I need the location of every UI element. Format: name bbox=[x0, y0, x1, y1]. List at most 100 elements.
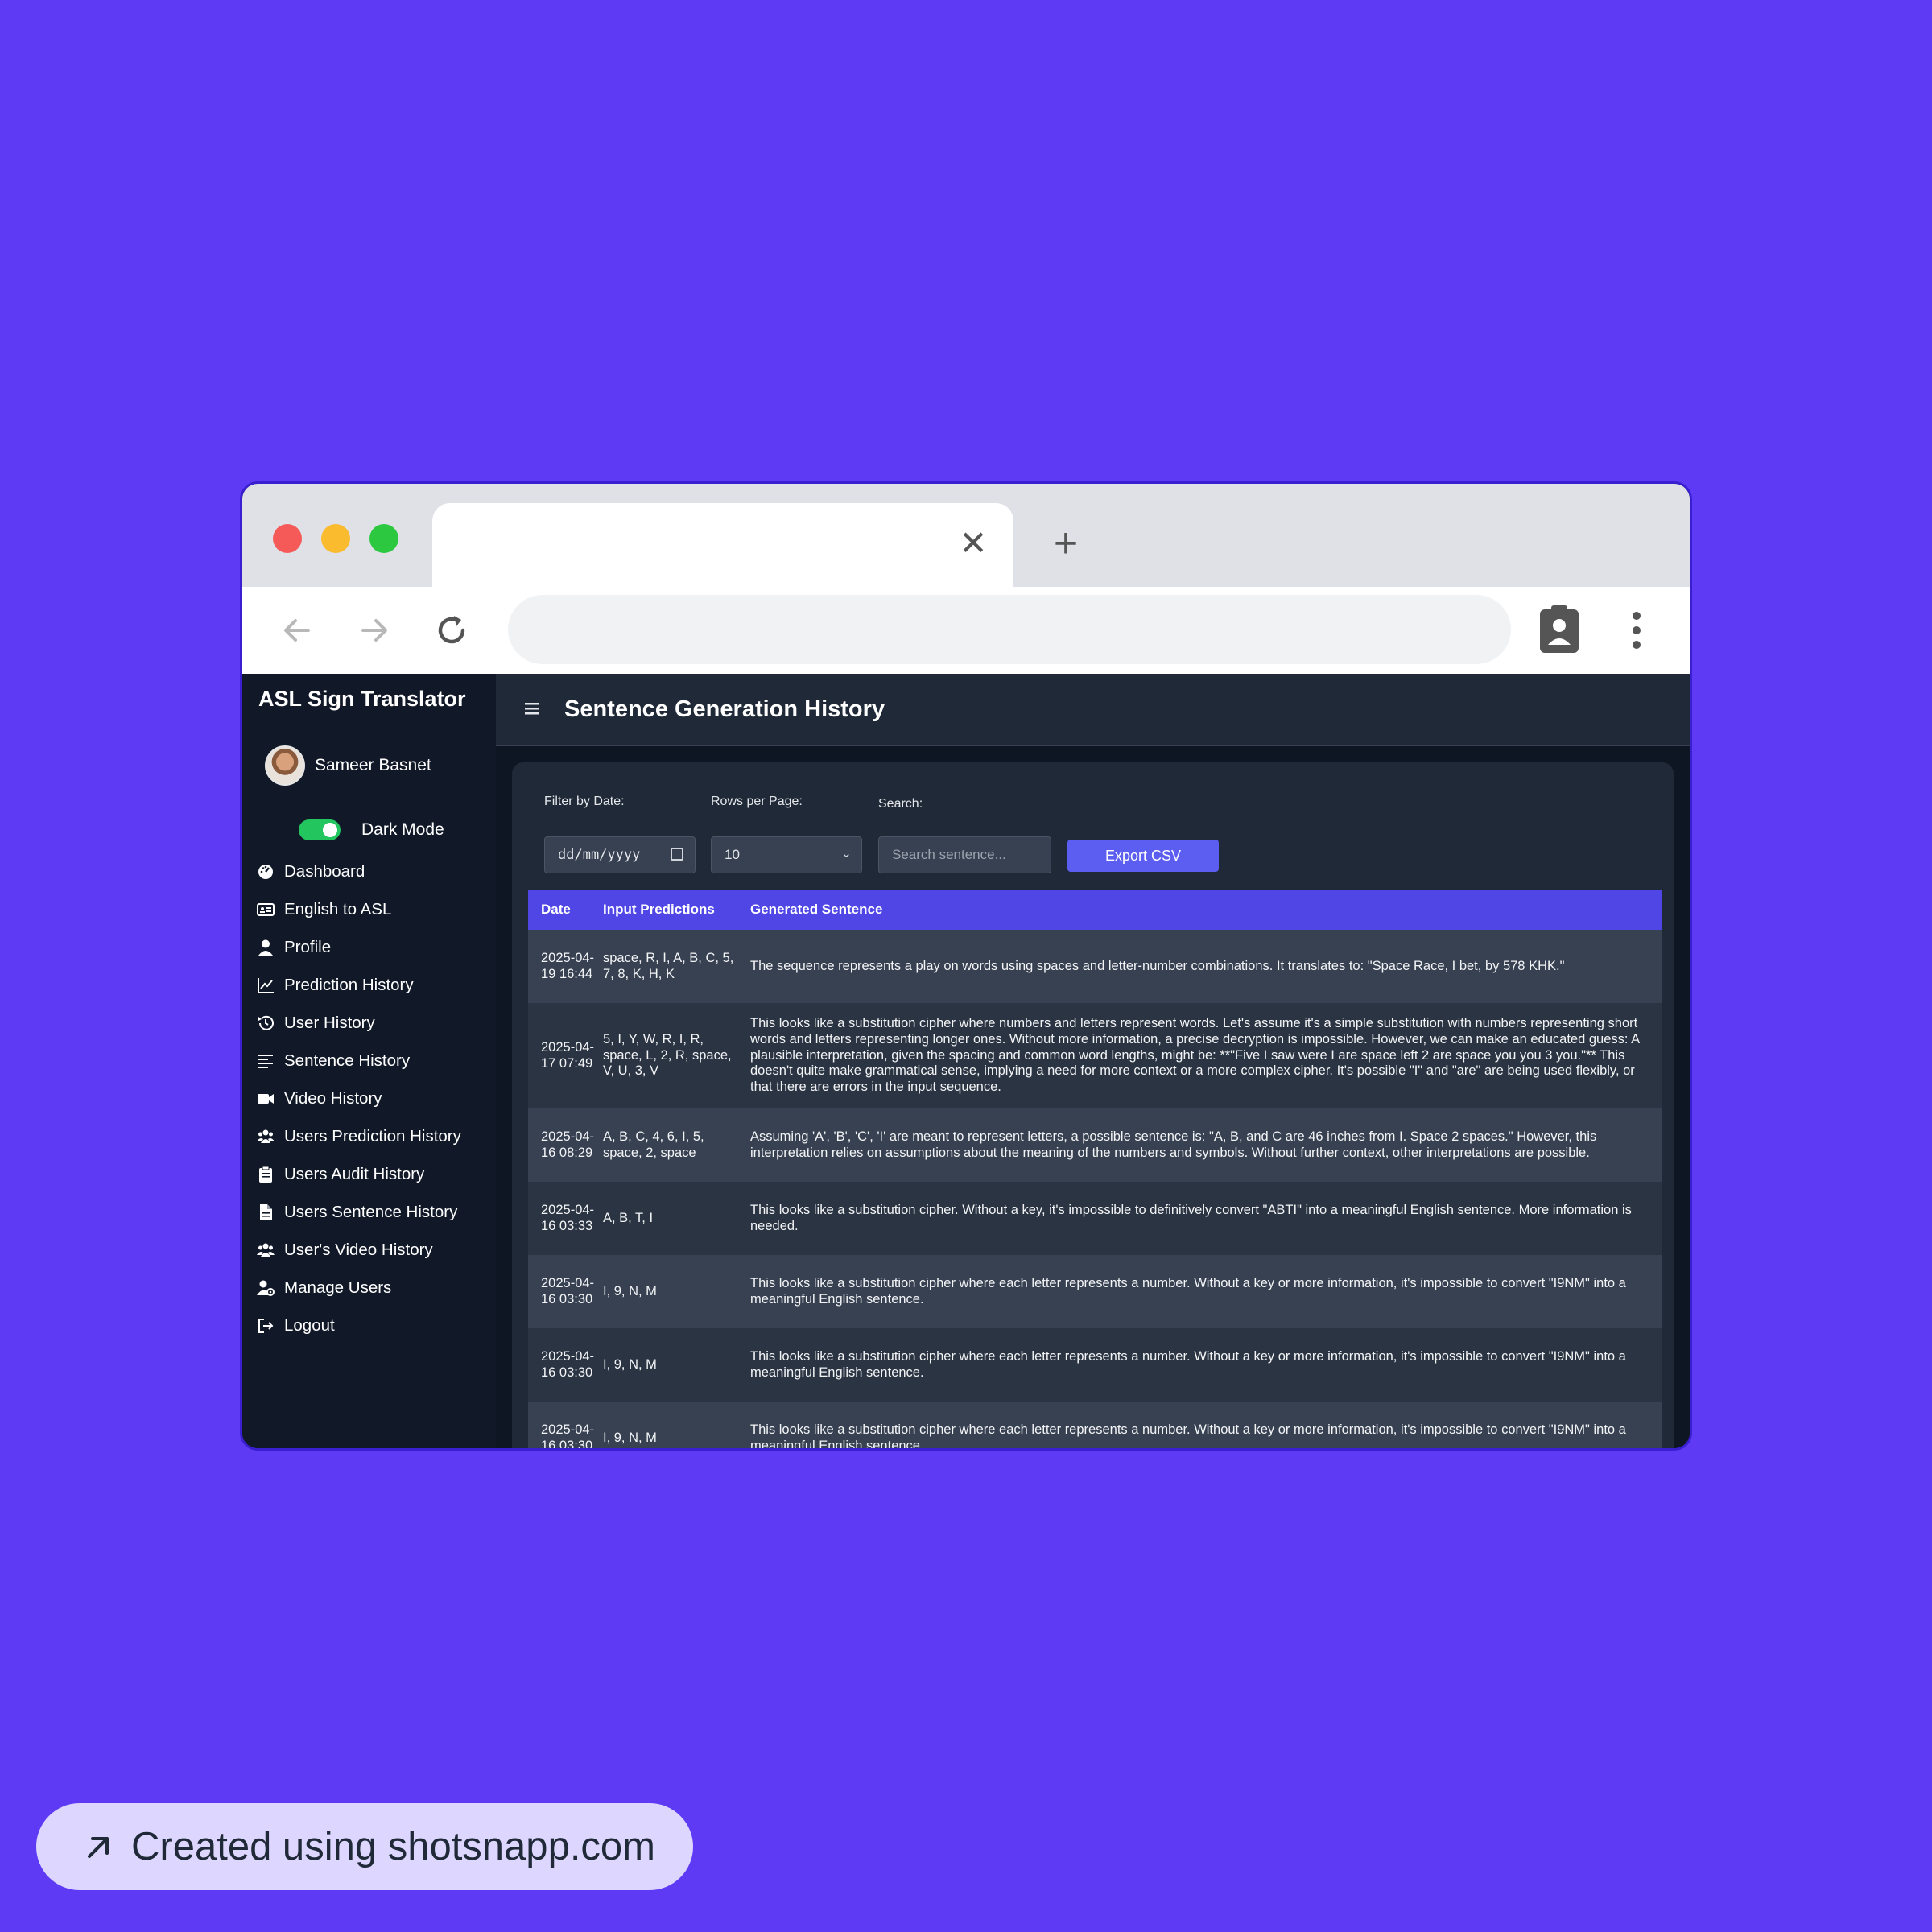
app-brand[interactable]: ASL Sign Translator bbox=[258, 687, 466, 712]
sidebar-item-prediction-history[interactable]: Prediction History bbox=[255, 966, 489, 1004]
rows-per-page-value: 10 bbox=[724, 847, 740, 862]
file-icon bbox=[255, 1202, 276, 1223]
table-cell-date: 2025-04-16 03:30 bbox=[541, 1422, 595, 1451]
search-label: Search: bbox=[878, 797, 923, 811]
rows-per-page-label: Rows per Page: bbox=[711, 795, 803, 808]
table-cell-date: 2025-04-16 08:29 bbox=[541, 1129, 595, 1160]
sidebar-item-users-video-history[interactable]: User's Video History bbox=[255, 1231, 489, 1269]
top-bar: Sentence Generation History bbox=[496, 674, 1690, 746]
table-cell-sentence: This looks like a substitution cipher. W… bbox=[750, 1202, 1632, 1233]
table-cell-predictions: space, R, I, A, B, C, 5, 7, 8, K, H, K bbox=[603, 950, 734, 981]
sidebar-item-label: Users Prediction History bbox=[284, 1126, 461, 1146]
chevron-down-icon: ⌄ bbox=[840, 847, 852, 861]
reload-icon[interactable] bbox=[427, 606, 476, 654]
sidebar-item-label: User History bbox=[284, 1013, 375, 1032]
close-icon[interactable]: ✕ bbox=[957, 526, 989, 560]
badge-text: Created using shotsnapp.com bbox=[131, 1825, 655, 1868]
app-container: ASL Sign Translator Sameer Basnet Dark M… bbox=[242, 674, 1690, 1451]
table-header: Date Input Predictions Generated Sentenc… bbox=[528, 890, 1662, 930]
arrow-up-right-icon bbox=[83, 1831, 115, 1863]
minimize-window-button[interactable] bbox=[321, 524, 350, 553]
sidebar-item-users-sentence-history[interactable]: Users Sentence History bbox=[255, 1193, 489, 1231]
dark-mode-row: Dark Mode bbox=[299, 814, 444, 846]
sidebar-item-video-history[interactable]: Video History bbox=[255, 1080, 489, 1117]
sidebar-item-dashboard[interactable]: Dashboard bbox=[255, 852, 489, 890]
dark-mode-label: Dark Mode bbox=[361, 820, 444, 839]
main-content: Sentence Generation History Filter by Da… bbox=[496, 674, 1690, 1451]
sidebar-item-logout[interactable]: Logout bbox=[255, 1307, 489, 1344]
export-csv-button[interactable]: Export CSV bbox=[1067, 840, 1219, 872]
hamburger-menu-icon[interactable] bbox=[525, 698, 544, 720]
id-card-icon bbox=[255, 899, 276, 920]
new-tab-icon[interactable]: + bbox=[1047, 522, 1084, 564]
sidebar-item-users-prediction-history[interactable]: Users Prediction History bbox=[255, 1117, 489, 1155]
toggle-knob bbox=[323, 823, 337, 837]
table-cell-date: 2025-04-16 03:30 bbox=[541, 1275, 595, 1307]
shotsnapp-badge[interactable]: Created using shotsnapp.com bbox=[36, 1803, 693, 1890]
sidebar-item-sentence-history[interactable]: Sentence History bbox=[255, 1042, 489, 1080]
table-cell-date: 2025-04-16 03:30 bbox=[541, 1348, 595, 1380]
table-cell-predictions: 5, I, Y, W, R, I, R, space, L, 2, R, spa… bbox=[603, 1031, 732, 1079]
sidebar-item-manage-users[interactable]: Manage Users bbox=[255, 1269, 489, 1307]
history-icon bbox=[255, 1013, 276, 1034]
table-cell-predictions: I, 9, N, M bbox=[603, 1283, 657, 1298]
dashboard-icon bbox=[255, 861, 276, 882]
dark-mode-toggle[interactable] bbox=[299, 819, 341, 840]
sidebar-item-users-audit-history[interactable]: Users Audit History bbox=[255, 1155, 489, 1193]
browser-tab[interactable]: ✕ bbox=[432, 503, 1013, 587]
sidebar: ASL Sign Translator Sameer Basnet Dark M… bbox=[242, 674, 496, 1448]
sidebar-item-label: Sentence History bbox=[284, 1051, 411, 1070]
close-window-button[interactable] bbox=[273, 524, 302, 553]
maximize-window-button[interactable] bbox=[369, 524, 398, 553]
sidebar-menu: Dashboard English to ASL Profile Predict… bbox=[255, 852, 489, 1344]
column-header-date[interactable]: Date bbox=[528, 902, 603, 918]
sidebar-item-profile[interactable]: Profile bbox=[255, 928, 489, 966]
table-cell-date: 2025-04-16 03:33 bbox=[541, 1202, 595, 1233]
address-bar[interactable] bbox=[508, 595, 1511, 664]
date-filter-label: Filter by Date: bbox=[544, 795, 625, 808]
table-row[interactable]: 2025-04-16 08:29 A, B, C, 4, 6, I, 5, sp… bbox=[528, 1108, 1662, 1182]
browser-window: ✕ + ASL Sign Translator Sameer Basnet Da… bbox=[240, 481, 1692, 1451]
page-title: Sentence Generation History bbox=[564, 696, 886, 722]
clipboard-user-icon[interactable] bbox=[1537, 603, 1582, 654]
rows-per-page-select[interactable]: 10 ⌄ bbox=[711, 836, 862, 873]
user-name: Sameer Basnet bbox=[315, 756, 431, 774]
calendar-icon[interactable] bbox=[671, 848, 683, 861]
sidebar-item-label: Profile bbox=[284, 937, 332, 956]
sidebar-item-label: Prediction History bbox=[284, 975, 414, 994]
browser-navbar bbox=[242, 587, 1690, 674]
table-row[interactable]: 2025-04-16 03:30 I, 9, N, M This looks l… bbox=[528, 1328, 1662, 1402]
logout-icon bbox=[255, 1315, 276, 1336]
table-row[interactable]: 2025-04-17 07:49 5, I, Y, W, R, I, R, sp… bbox=[528, 1003, 1662, 1108]
table-cell-sentence: This looks like a substitution cipher wh… bbox=[750, 1422, 1626, 1451]
table-row[interactable]: 2025-04-16 03:30 I, 9, N, M This looks l… bbox=[528, 1255, 1662, 1328]
table-body[interactable]: 2025-04-19 16:44 space, R, I, A, B, C, 5… bbox=[528, 930, 1662, 1451]
table-cell-date: 2025-04-17 07:49 bbox=[541, 1039, 595, 1071]
sidebar-item-user-history[interactable]: User History bbox=[255, 1004, 489, 1042]
table-row[interactable]: 2025-04-16 03:30 I, 9, N, M This looks l… bbox=[528, 1402, 1662, 1451]
table-cell-sentence: This looks like a substitution cipher wh… bbox=[750, 1275, 1626, 1307]
video-icon bbox=[255, 1088, 276, 1109]
history-card: Filter by Date: Rows per Page: Search: d… bbox=[512, 762, 1674, 1451]
user-profile[interactable]: Sameer Basnet bbox=[265, 745, 431, 786]
back-arrow-icon[interactable] bbox=[273, 606, 321, 654]
table-cell-sentence: This looks like a substitution cipher wh… bbox=[750, 1348, 1626, 1380]
search-input[interactable]: Search sentence... bbox=[878, 836, 1051, 873]
sidebar-item-label: User's Video History bbox=[284, 1240, 433, 1259]
sidebar-item-english-to-asl[interactable]: English to ASL bbox=[255, 890, 489, 928]
browser-tabbar: ✕ + bbox=[242, 484, 1690, 587]
column-header-predictions[interactable]: Input Predictions bbox=[603, 902, 750, 918]
user-icon bbox=[255, 937, 276, 958]
forward-arrow-icon[interactable] bbox=[350, 606, 398, 654]
kebab-menu-icon[interactable] bbox=[1620, 608, 1653, 653]
table-cell-predictions: I, 9, N, M bbox=[603, 1430, 657, 1445]
sidebar-item-label: Logout bbox=[284, 1315, 335, 1335]
table-row[interactable]: 2025-04-19 16:44 space, R, I, A, B, C, 5… bbox=[528, 930, 1662, 1003]
date-filter-input[interactable]: dd/mm/yyyy bbox=[544, 836, 696, 873]
chart-line-icon bbox=[255, 975, 276, 996]
table-cell-sentence: This looks like a substitution cipher wh… bbox=[750, 1016, 1640, 1095]
table-row[interactable]: 2025-04-16 03:33 A, B, T, I This looks l… bbox=[528, 1182, 1662, 1255]
column-header-sentence[interactable]: Generated Sentence bbox=[750, 902, 1662, 918]
sidebar-item-label: English to ASL bbox=[284, 899, 392, 919]
table-cell-predictions: A, B, T, I bbox=[603, 1210, 654, 1225]
